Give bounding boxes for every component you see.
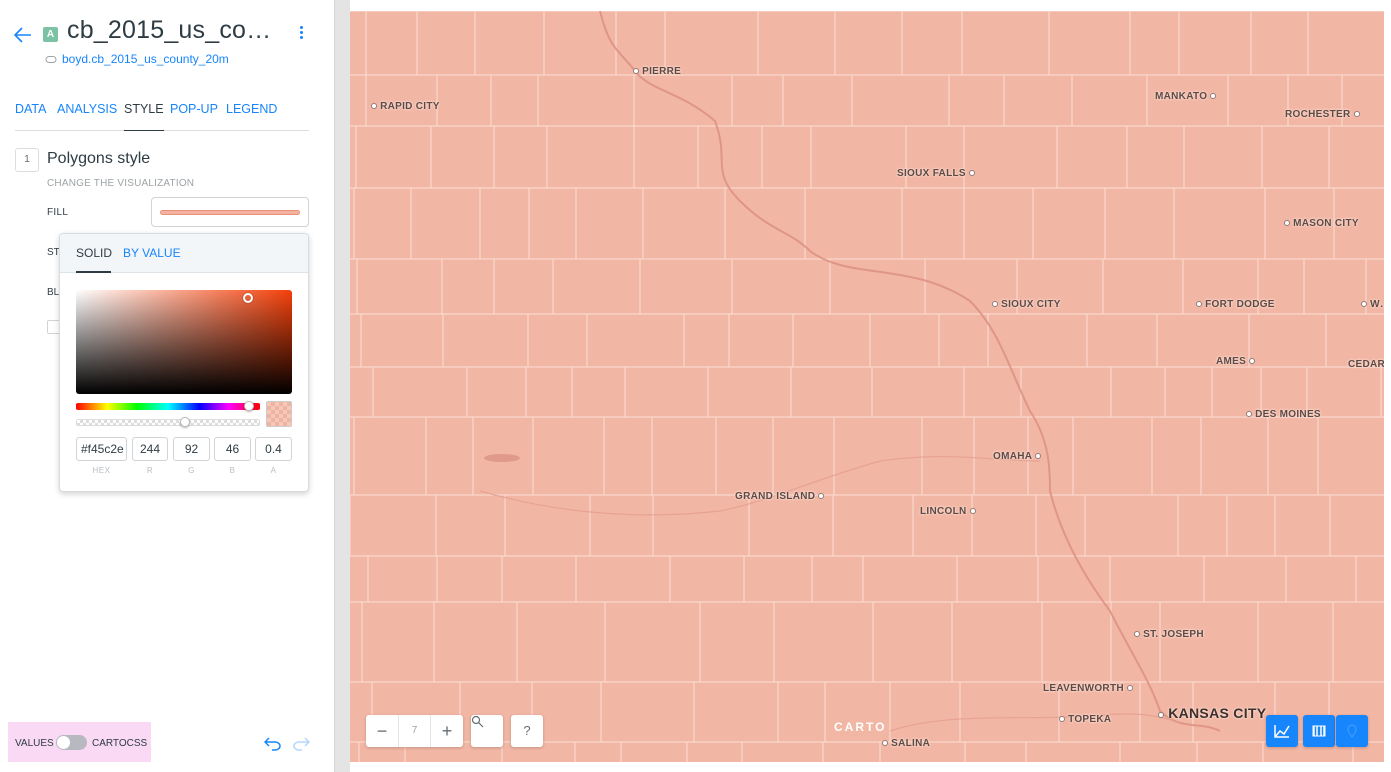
green-input[interactable]: 92: [173, 437, 210, 461]
city-label: SIOUX FALLS: [897, 168, 975, 179]
cartocss-switch[interactable]: [56, 735, 87, 750]
city-label: PIERRE: [633, 66, 681, 77]
stroke-label: ST: [47, 247, 60, 258]
zoom-out-button[interactable]: −: [366, 715, 398, 747]
fill-color-swatch: [160, 210, 300, 215]
map-view[interactable]: PIERRE RAPID CITY MANKATO ROCHESTER SIOU…: [350, 11, 1384, 762]
tab-data[interactable]: DATA: [15, 102, 46, 131]
city-label: ROCHESTER: [1285, 109, 1360, 120]
red-input[interactable]: 244: [132, 437, 168, 461]
blending-label: BL: [47, 287, 60, 298]
redo-icon[interactable]: [292, 735, 310, 751]
undo-icon[interactable]: [264, 735, 282, 751]
widget-overlay-button[interactable]: [1266, 715, 1298, 747]
tab-legend[interactable]: LEGEND: [226, 102, 277, 131]
layer-options-kebab-icon[interactable]: [292, 24, 310, 44]
values-mode-label: VALUES: [15, 738, 54, 749]
picker-tab-underline: [76, 271, 111, 273]
city-label: DES MOINES: [1246, 409, 1321, 420]
help-button[interactable]: ?: [511, 715, 543, 747]
zoom-in-button[interactable]: +: [431, 715, 463, 747]
tab-popup[interactable]: POP-UP: [170, 102, 218, 131]
layer-title[interactable]: cb_2015_us_co…: [67, 16, 271, 45]
saturation-value-cursor[interactable]: [243, 293, 253, 303]
city-label: LINCOLN: [920, 506, 976, 517]
dataset-source-link[interactable]: boyd.cb_2015_us_county_20m: [62, 52, 229, 66]
city-label: KANSAS CITY: [1158, 705, 1266, 721]
saturation-value-area[interactable]: [76, 290, 292, 394]
chart-icon: [1274, 725, 1290, 738]
color-picker-popover: SOLID BY VALUE #f45c2e 244 92 46 0.4 HEX…: [59, 233, 309, 492]
zoom-control: − 7 +: [366, 715, 463, 747]
zoom-level: 7: [398, 715, 431, 747]
city-label: CEDAR: [1348, 359, 1384, 370]
city-label: LEAVENWORTH: [1043, 683, 1133, 694]
city-label: MASON CITY: [1284, 218, 1359, 229]
picker-tab-solid[interactable]: SOLID: [76, 246, 112, 260]
city-label: OMAHA: [993, 451, 1041, 462]
green-label: G: [188, 466, 195, 475]
alpha-slider[interactable]: [76, 419, 260, 426]
step-number: 1: [15, 148, 39, 172]
tab-analysis[interactable]: ANALYSIS: [57, 102, 117, 131]
alpha-label: A: [270, 466, 277, 475]
city-label: AMES: [1216, 356, 1256, 367]
table-view-button[interactable]: [1303, 715, 1335, 747]
county-polygons: [350, 11, 1384, 762]
pin-icon: [1347, 724, 1357, 738]
city-label: W…: [1361, 299, 1384, 310]
alpha-input[interactable]: 0.4: [255, 437, 292, 461]
color-preview-swatch: [266, 401, 292, 427]
hex-label: HEX: [92, 466, 111, 475]
map-pin-button[interactable]: [1336, 715, 1368, 747]
tab-style[interactable]: STYLE: [124, 102, 164, 131]
hue-slider-thumb[interactable]: [244, 401, 254, 411]
red-label: R: [146, 466, 154, 475]
city-label: TOPEKA: [1059, 714, 1111, 725]
columns-icon: [1312, 725, 1326, 737]
city-label: SIOUX CITY: [992, 299, 1061, 310]
hue-slider[interactable]: [76, 403, 260, 410]
switch-knob: [57, 736, 70, 749]
city-label: SALINA: [882, 738, 930, 749]
dataset-link-icon: [45, 56, 57, 63]
layer-letter-badge: A: [43, 27, 58, 42]
section-title: Polygons style: [47, 150, 151, 167]
picker-tabs: SOLID BY VALUE: [60, 234, 308, 273]
layer-tabs: DATA ANALYSIS STYLE POP-UP LEGEND: [15, 102, 309, 131]
blue-label: B: [229, 466, 236, 475]
carto-attribution-logo: CARTO: [834, 720, 887, 734]
kansas-river: [889, 713, 1181, 732]
layer-editor-panel: A cb_2015_us_co… boyd.cb_2015_us_county_…: [0, 0, 334, 772]
lake: [484, 454, 520, 462]
fill-label: FILL: [47, 207, 69, 218]
city-label: ST. JOSEPH: [1134, 629, 1204, 640]
cartocss-mode-label: CARTOCSS: [92, 738, 148, 749]
city-label: FORT DODGE: [1196, 299, 1275, 310]
fill-color-input[interactable]: [151, 197, 309, 227]
picker-tab-by-value[interactable]: BY VALUE: [123, 246, 181, 260]
panel-divider: [334, 0, 350, 772]
hex-input[interactable]: #f45c2e: [76, 437, 127, 461]
blue-input[interactable]: 46: [214, 437, 251, 461]
alpha-slider-thumb[interactable]: [180, 417, 190, 427]
city-label: RAPID CITY: [371, 101, 440, 112]
section-subtitle: CHANGE THE VISUALIZATION: [47, 178, 195, 189]
search-button[interactable]: [471, 715, 503, 747]
city-label: GRAND ISLAND: [735, 491, 825, 502]
back-arrow-icon[interactable]: [12, 24, 34, 46]
values-cartocss-toggle: VALUES CARTOCSS: [8, 722, 151, 762]
search-icon: [471, 715, 484, 728]
missouri-river: [599, 11, 1221, 732]
city-label: MANKATO: [1155, 91, 1217, 102]
